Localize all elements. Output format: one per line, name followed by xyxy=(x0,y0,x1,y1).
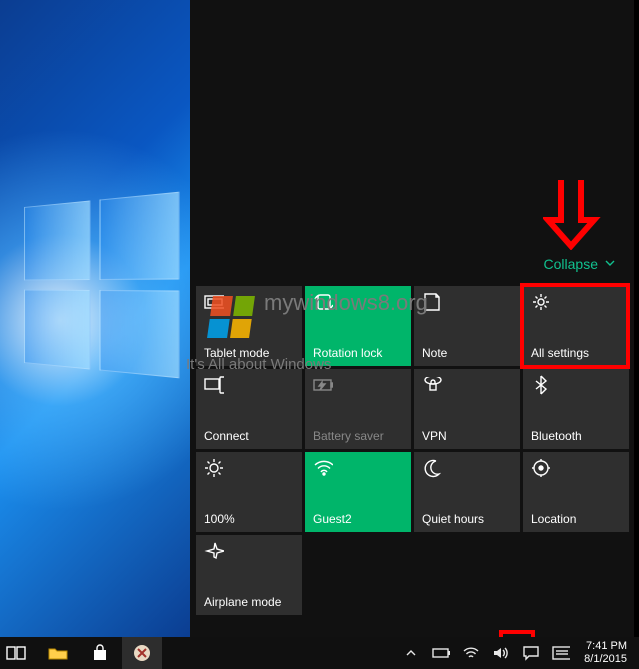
store-button[interactable] xyxy=(80,637,120,669)
chevron-down-icon xyxy=(604,256,616,272)
tile-note[interactable]: Note xyxy=(414,286,520,366)
tile-label: Connect xyxy=(204,429,294,443)
tile-quiet-hours[interactable]: Quiet hours xyxy=(414,452,520,532)
tile-label: Rotation lock xyxy=(313,346,403,360)
file-explorer-button[interactable] xyxy=(38,637,78,669)
tile-guest2[interactable]: Guest2 xyxy=(305,452,411,532)
quick-action-tiles: Tablet mode Rotation lock Note All settings… xyxy=(196,286,631,615)
connect-icon xyxy=(204,375,224,395)
tile-battery-saver[interactable]: Battery saver xyxy=(305,369,411,449)
battery-saver-icon xyxy=(313,375,333,395)
tile-label: All settings xyxy=(531,346,621,360)
tile-bluetooth[interactable]: Bluetooth xyxy=(523,369,629,449)
touch-keyboard-icon[interactable] xyxy=(552,644,570,662)
tile-label: 100% xyxy=(204,512,294,526)
tile-connect[interactable]: Connect xyxy=(196,369,302,449)
vpn-icon xyxy=(422,375,442,395)
bluetooth-icon xyxy=(531,375,551,395)
tile-label: Location xyxy=(531,512,621,526)
volume-icon[interactable] xyxy=(492,644,510,662)
tile-vpn[interactable]: VPN xyxy=(414,369,520,449)
quiet-hours-icon xyxy=(422,458,442,478)
collapse-button[interactable]: Collapse xyxy=(544,256,616,272)
desktop-wallpaper xyxy=(0,0,190,637)
tile-all-settings[interactable]: All settings xyxy=(523,286,629,366)
gear-icon xyxy=(531,292,551,312)
note-icon xyxy=(422,292,442,312)
right-edge-strip xyxy=(634,0,639,637)
clock-time: 7:41 PM xyxy=(584,640,627,653)
tile-label: Bluetooth xyxy=(531,429,621,443)
collapse-label: Collapse xyxy=(544,256,598,272)
clock-date: 8/1/2015 xyxy=(584,653,627,666)
snipping-tool-button[interactable] xyxy=(122,637,162,669)
rotation-lock-icon xyxy=(313,292,333,312)
tablet-mode-icon xyxy=(204,292,224,312)
wifi-tray-icon[interactable] xyxy=(462,644,480,662)
action-center-tray-icon[interactable] xyxy=(522,644,540,662)
brightness-icon xyxy=(204,458,224,478)
taskbar: 7:41 PM 8/1/2015 xyxy=(0,637,639,669)
tile-airplane-mode[interactable]: Airplane mode xyxy=(196,535,302,615)
tile-tablet-mode[interactable]: Tablet mode xyxy=(196,286,302,366)
tile-label: Airplane mode xyxy=(204,595,294,609)
action-center-panel: Collapse Tablet mode Rotation lock Note All… xyxy=(190,0,634,637)
tile-label: Note xyxy=(422,346,512,360)
location-icon xyxy=(531,458,551,478)
windows-logo xyxy=(24,192,179,379)
wifi-icon xyxy=(313,458,333,478)
system-tray: 7:41 PM 8/1/2015 xyxy=(402,637,639,669)
tile-label: Battery saver xyxy=(313,429,403,443)
tray-overflow-icon[interactable] xyxy=(402,644,420,662)
tile-rotation-lock[interactable]: Rotation lock xyxy=(305,286,411,366)
tile-label: Quiet hours xyxy=(422,512,512,526)
taskbar-clock[interactable]: 7:41 PM 8/1/2015 xyxy=(582,640,633,665)
tile-100-[interactable]: 100% xyxy=(196,452,302,532)
battery-icon[interactable] xyxy=(432,644,450,662)
tile-label: Guest2 xyxy=(313,512,403,526)
tile-label: Tablet mode xyxy=(204,346,294,360)
taskview-button[interactable] xyxy=(0,637,36,669)
tile-label: VPN xyxy=(422,429,512,443)
airplane-mode-icon xyxy=(204,541,224,561)
tile-location[interactable]: Location xyxy=(523,452,629,532)
